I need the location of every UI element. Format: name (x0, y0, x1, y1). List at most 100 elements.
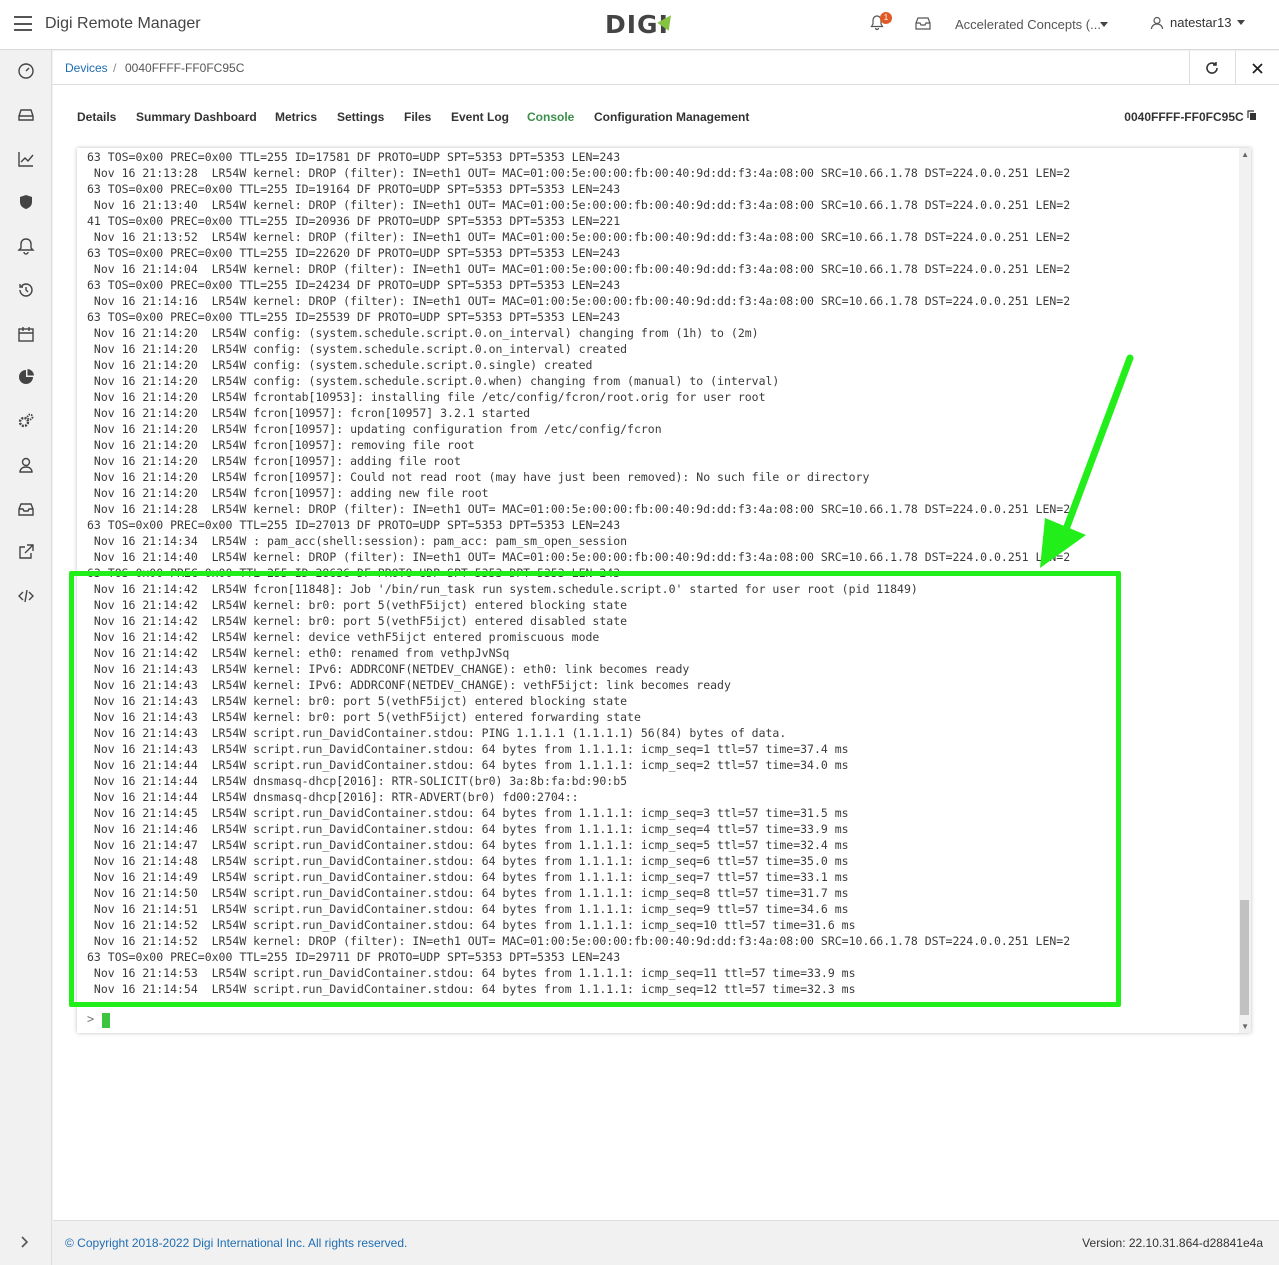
console-prompt: > (87, 1012, 95, 1026)
console-line: Nov 16 21:14:50 LR54W script.run_DavidCo… (87, 886, 849, 900)
menu-icon[interactable] (14, 16, 32, 31)
chevron-right-icon[interactable] (20, 1235, 30, 1249)
console-line: Nov 16 21:14:43 LR54W kernel: IPv6: ADDR… (87, 662, 690, 676)
console-line: Nov 16 21:14:45 LR54W script.run_DavidCo… (87, 806, 849, 820)
console-line: Nov 16 21:14:20 LR54W config: (system.sc… (87, 326, 759, 340)
close-button[interactable] (1235, 51, 1279, 85)
console-line: Nov 16 21:13:52 LR54W kernel: DROP (filt… (87, 230, 1071, 244)
code-icon[interactable] (17, 587, 35, 605)
inbox-icon[interactable] (17, 500, 35, 518)
tab-details[interactable]: Details (77, 110, 116, 124)
console-line: Nov 16 21:14:44 LR54W dnsmasq-dhcp[2016]… (87, 790, 579, 804)
console-line: Nov 16 21:14:34 LR54W : pam_acc(shell:se… (87, 534, 628, 548)
breadcrumb-devices-link[interactable]: Devices (65, 61, 108, 75)
console-line: Nov 16 21:14:47 LR54W script.run_DavidCo… (87, 838, 849, 852)
breadcrumb-current: 0040FFFF-FF0FC95C (125, 61, 245, 75)
console-line: Nov 16 21:14:54 LR54W script.run_DavidCo… (87, 982, 856, 996)
console-line: Nov 16 21:14:42 LR54W kernel: device vet… (87, 630, 600, 644)
tab-settings[interactable]: Settings (337, 110, 384, 124)
console-line: Nov 16 21:14:20 LR54W fcron[10957]: upda… (87, 422, 662, 436)
console-line: 63 TOS=0x00 PREC=0x00 TTL=255 ID=17581 D… (87, 150, 621, 164)
user-menu[interactable]: natestar13 (1150, 15, 1246, 30)
chevron-down-icon[interactable] (1100, 22, 1108, 27)
scroll-up-icon[interactable]: ▲ (1241, 150, 1249, 159)
breadcrumb-separator: / (113, 61, 117, 75)
breadcrumb: Devices / 0040FFFF-FF0FC95C (53, 51, 1279, 85)
footer: © Copyright 2018-2022 Digi International… (53, 1220, 1279, 1265)
console-line: Nov 16 21:14:52 LR54W kernel: DROP (filt… (87, 934, 1071, 948)
console-line: Nov 16 21:14:04 LR54W kernel: DROP (filt… (87, 262, 1071, 276)
console-line: Nov 16 21:14:52 LR54W script.run_DavidCo… (87, 918, 856, 932)
refresh-icon (1205, 62, 1218, 74)
gauge-icon[interactable] (17, 62, 35, 80)
console-line: 63 TOS=0x00 PREC=0x00 TTL=255 ID=22620 D… (87, 246, 621, 260)
device-id-label: 0040FFFF-FF0FC95C (1124, 110, 1257, 124)
console-line: Nov 16 21:13:40 LR54W kernel: DROP (filt… (87, 198, 1071, 212)
console-line: Nov 16 21:14:49 LR54W script.run_DavidCo… (87, 870, 849, 884)
notification-badge: 1 (880, 12, 892, 24)
tab-files[interactable]: Files (404, 110, 431, 124)
console-line: Nov 16 21:14:51 LR54W script.run_DavidCo… (87, 902, 849, 916)
version-text: Version: 22.10.31.864-d28841e4a (1082, 1236, 1263, 1250)
device-id: 0040FFFF-FF0FC95C (1124, 110, 1244, 124)
tab-console[interactable]: Console (527, 110, 574, 124)
tab-metrics[interactable]: Metrics (275, 110, 317, 124)
console-line: Nov 16 21:14:43 LR54W kernel: IPv6: ADDR… (87, 678, 731, 692)
user-icon (1150, 16, 1164, 29)
console-line: Nov 16 21:14:43 LR54W kernel: br0: port … (87, 710, 641, 724)
gears-icon[interactable] (17, 412, 35, 430)
console-line: Nov 16 21:14:46 LR54W script.run_DavidCo… (87, 822, 849, 836)
console-line: Nov 16 21:14:43 LR54W kernel: br0: port … (87, 694, 628, 708)
tab-event-log[interactable]: Event Log (451, 110, 509, 124)
console-cursor (102, 1013, 110, 1028)
scroll-down-icon[interactable]: ▼ (1241, 1022, 1249, 1031)
tab-bar: Details Summary Dashboard Metrics Settin… (53, 107, 1279, 131)
console-terminal[interactable]: 63 TOS=0x00 PREC=0x00 TTL=255 ID=17581 D… (77, 148, 1251, 1033)
console-output: 63 TOS=0x00 PREC=0x00 TTL=255 ID=17581 D… (87, 149, 1070, 997)
console-line: Nov 16 21:14:20 LR54W fcron[10957]: remo… (87, 438, 475, 452)
console-line: Nov 16 21:14:43 LR54W script.run_DavidCo… (87, 726, 787, 740)
chart-line-icon[interactable] (17, 150, 35, 168)
console-line: Nov 16 21:14:44 LR54W dnsmasq-dhcp[2016]… (87, 774, 628, 788)
console-line: Nov 16 21:14:42 LR54W fcron[11848]: Job … (87, 582, 918, 596)
console-line: Nov 16 21:14:40 LR54W kernel: DROP (filt… (87, 550, 1071, 564)
external-link-icon[interactable] (17, 543, 35, 561)
refresh-button[interactable] (1189, 51, 1233, 85)
app-title: Digi Remote Manager (45, 15, 201, 32)
user-icon[interactable] (17, 456, 35, 474)
console-line: Nov 16 21:14:20 LR54W config: (system.sc… (87, 342, 628, 356)
inbox-icon[interactable] (915, 16, 931, 30)
console-line: Nov 16 21:14:20 LR54W config: (system.sc… (87, 374, 780, 388)
console-line: Nov 16 21:13:28 LR54W kernel: DROP (filt… (87, 166, 1071, 180)
history-icon[interactable] (17, 281, 35, 299)
device-drawer-icon[interactable] (17, 106, 35, 124)
calendar-icon[interactable] (17, 325, 35, 343)
copyright-text: © Copyright 2018-2022 Digi International… (65, 1236, 408, 1250)
console-line: Nov 16 21:14:20 LR54W fcrontab[10953]: i… (87, 390, 766, 404)
scrollbar-thumb[interactable] (1240, 900, 1249, 1015)
scrollbar[interactable]: ▲ ▼ (1239, 148, 1251, 1033)
console-line: 63 TOS=0x00 PREC=0x00 TTL=255 ID=25539 D… (87, 310, 621, 324)
top-bar: Digi Remote Manager DIGI 1 Accelerated C… (0, 0, 1279, 50)
console-line: Nov 16 21:14:20 LR54W fcron[10957]: Coul… (87, 470, 870, 484)
pie-chart-icon[interactable] (17, 368, 35, 386)
console-line: Nov 16 21:14:42 LR54W kernel: br0: port … (87, 614, 628, 628)
tab-configuration-management[interactable]: Configuration Management (594, 110, 749, 124)
console-line: Nov 16 21:14:16 LR54W kernel: DROP (filt… (87, 294, 1071, 308)
console-line: Nov 16 21:14:20 LR54W fcron[10957]: addi… (87, 454, 461, 468)
console-line: Nov 16 21:14:20 LR54W fcron[10957]: fcro… (87, 406, 531, 420)
console-line: Nov 16 21:14:42 LR54W kernel: br0: port … (87, 598, 628, 612)
console-line: 63 TOS=0x00 PREC=0x00 TTL=255 ID=29711 D… (87, 950, 621, 964)
bell-icon[interactable] (17, 237, 35, 255)
console-line: 63 TOS=0x00 PREC=0x00 TTL=255 ID=19164 D… (87, 182, 621, 196)
console-line: Nov 16 21:14:42 LR54W kernel: eth0: rena… (87, 646, 510, 660)
username: natestar13 (1170, 15, 1232, 30)
account-selector[interactable]: Accelerated Concepts (... (955, 17, 1101, 32)
console-line: 63 TOS=0x00 PREC=0x00 TTL=255 ID=24234 D… (87, 278, 621, 292)
tab-summary-dashboard[interactable]: Summary Dashboard (136, 110, 257, 124)
copy-icon[interactable] (1247, 110, 1257, 121)
shield-icon[interactable] (17, 193, 35, 211)
console-line: Nov 16 21:14:53 LR54W script.run_DavidCo… (87, 966, 856, 980)
main-content: Devices / 0040FFFF-FF0FC95C Details Summ… (53, 51, 1279, 1220)
console-line: Nov 16 21:14:20 LR54W fcron[10957]: addi… (87, 486, 489, 500)
